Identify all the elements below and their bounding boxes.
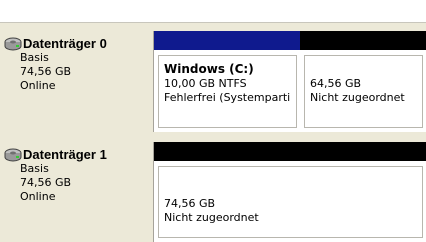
disk-drive-icon [4,148,22,161]
disk-type-0: Basis [20,51,49,64]
disk-row-0[interactable]: Datenträger 0 Basis 74,56 GB Online Wind… [0,31,426,132]
partition-windows-c[interactable]: Windows (C:) 10,00 GB NTFS Fehlerfrei (S… [154,31,300,132]
disk-row-1[interactable]: Datenträger 1 Basis 74,56 GB Online 74,5… [0,142,426,242]
partition-bar-primary [154,31,300,50]
disk-title-1: Datenträger 1 [4,147,153,162]
partition-unallocated-0[interactable]: 64,56 GB Nicht zugeordnet [300,31,426,132]
partition-body[interactable]: Windows (C:) 10,00 GB NTFS Fehlerfrei (S… [158,55,297,128]
partition-status: Nicht zugeordnet [310,91,405,104]
previous-row-edge [0,0,426,23]
row-separator [0,132,426,142]
disk-drive-icon [4,37,22,50]
partition-size: 64,56 GB [310,77,362,90]
disk-size-0: 74,56 GB [20,65,72,78]
disk-info-1[interactable]: Datenträger 1 Basis 74,56 GB Online [0,142,154,242]
row-separator [0,23,426,31]
partition-size: 74,56 GB [164,197,216,210]
partition-name: Windows (C:) [164,62,254,76]
partition-body[interactable]: 64,56 GB Nicht zugeordnet [304,55,423,128]
disk-status-1: Online [20,190,56,203]
partition-status: Nicht zugeordnet [164,211,259,224]
partition-bar-unallocated [300,31,426,50]
disk-size-1: 74,56 GB [20,176,72,189]
disk-status-0: Online [20,79,56,92]
disk-name-0: Datenträger 0 [23,36,107,51]
partition-body[interactable]: 74,56 GB Nicht zugeordnet [158,166,423,238]
partition-bar-unallocated [154,142,426,161]
disk-info-0[interactable]: Datenträger 0 Basis 74,56 GB Online [0,31,154,132]
partition-size: 10,00 GB NTFS [164,77,247,90]
disk-title-0: Datenträger 0 [4,36,153,51]
partition-status: Fehlerfrei (Systemparti [164,91,291,104]
partition-unallocated-1[interactable]: 74,56 GB Nicht zugeordnet [154,142,426,242]
disk-type-1: Basis [20,162,49,175]
disk-name-1: Datenträger 1 [23,147,107,162]
